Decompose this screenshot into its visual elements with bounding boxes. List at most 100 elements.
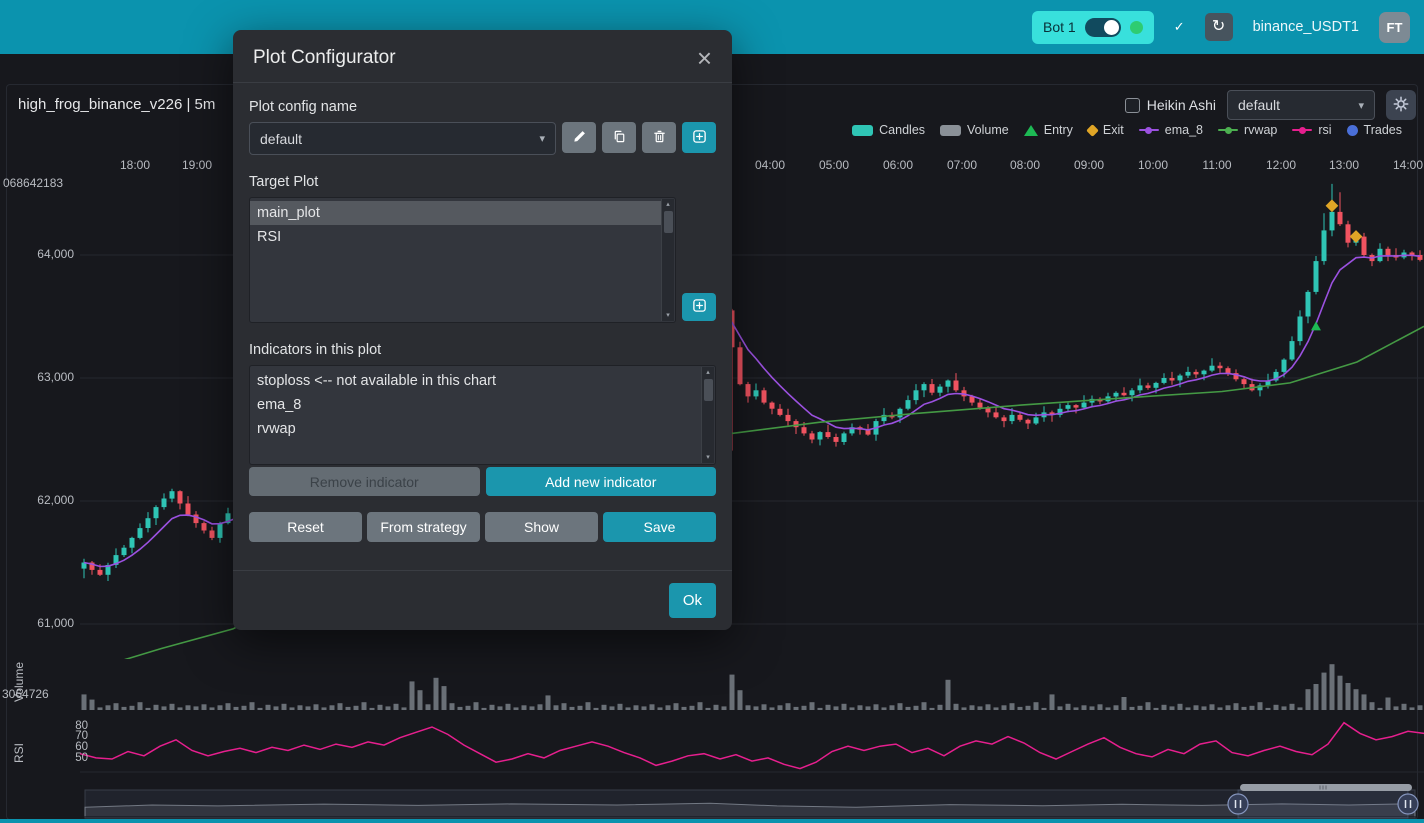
scroll-down-icon[interactable]: ▾	[706, 454, 710, 461]
chart-legend: Candles Volume Entry Exit ema_8 rvwap rsi Trade…	[852, 123, 1402, 137]
listbox-scrollbar[interactable]: ▴ ▾	[701, 367, 714, 463]
bottom-accent-bar	[0, 819, 1424, 823]
plus-icon	[692, 298, 707, 316]
indicator-option[interactable]: ema_8	[250, 393, 701, 417]
legend-item-rsi[interactable]: rsi	[1292, 123, 1331, 137]
indicator-buttons-row: Remove indicator Add new indicator	[249, 467, 716, 496]
modal-footer: Ok	[233, 570, 732, 630]
volume-marker-icon	[940, 125, 961, 136]
add-plot-button[interactable]	[682, 293, 716, 321]
trash-icon	[652, 129, 667, 147]
heikin-ashi-label: Heikin Ashi	[1147, 97, 1216, 113]
scrollbar-thumb[interactable]	[664, 211, 673, 233]
pencil-icon	[572, 129, 587, 147]
chevron-down-icon: ▾	[539, 132, 545, 145]
scroll-up-icon[interactable]: ▴	[706, 369, 710, 376]
plot-configurator-dialog: Plot Configurator × Plot config name def…	[233, 30, 732, 630]
config-name-row: default ▾	[249, 122, 716, 155]
entry-marker	[1311, 321, 1321, 330]
legend-item-volume[interactable]: Volume	[940, 123, 1009, 137]
duplicate-config-button[interactable]	[602, 122, 636, 153]
legend-item-entry[interactable]: Entry	[1024, 123, 1073, 137]
show-button[interactable]: Show	[485, 512, 598, 542]
legend-item-candles[interactable]: Candles	[852, 123, 925, 137]
copy-icon	[612, 129, 627, 147]
exit-marker-icon	[1086, 124, 1099, 137]
target-plot-option[interactable]: RSI	[250, 225, 661, 249]
legend-label: Volume	[967, 123, 1009, 137]
rsi-marker-icon	[1292, 129, 1312, 131]
target-plot-row: ▴ ▾ main_plotRSI	[249, 197, 716, 323]
exit-marker	[1326, 199, 1339, 212]
pair-label: binance_USDT1	[1253, 19, 1359, 35]
indicators-label: Indicators in this plot	[249, 342, 716, 358]
legend-label: rsi	[1318, 123, 1331, 137]
scrollbar-thumb[interactable]	[704, 379, 713, 401]
listbox-scrollbar[interactable]: ▴ ▾	[661, 199, 674, 321]
config-actions-row: Reset From strategy Show Save	[249, 512, 716, 542]
datazoom-navigator[interactable]	[85, 790, 1418, 818]
user-avatar-button[interactable]: FT	[1379, 12, 1410, 43]
save-button[interactable]: Save	[603, 512, 716, 542]
target-plot-option[interactable]: main_plot	[250, 201, 661, 225]
legend-item-ema_8[interactable]: ema_8	[1139, 123, 1203, 137]
legend-label: Exit	[1103, 123, 1124, 137]
delete-config-button[interactable]	[642, 122, 676, 153]
indicator-option[interactable]: rvwap	[250, 417, 701, 441]
modal-title: Plot Configurator	[253, 47, 396, 69]
rvwap-marker-icon	[1218, 129, 1238, 131]
rename-config-button[interactable]	[562, 122, 596, 153]
scroll-down-icon[interactable]: ▾	[666, 312, 670, 319]
refresh-icon: ↻	[1212, 19, 1225, 35]
plot-config-dropdown[interactable]: default ▾	[1227, 90, 1375, 120]
gear-icon	[1393, 96, 1409, 115]
remove-indicator-button[interactable]: Remove indicator	[249, 467, 480, 496]
indicators-listbox[interactable]: ▴ ▾ stoploss <-- not available in this c…	[249, 365, 716, 465]
plot-config-name-label: Plot config name	[249, 99, 716, 115]
chart-title: high_frog_binance_v226 | 5m	[18, 96, 215, 113]
indicator-option[interactable]: stoploss <-- not available in this chart	[250, 369, 701, 393]
heikin-ashi-control: Heikin Ashi	[1125, 97, 1216, 113]
entry-marker-icon	[1024, 125, 1038, 136]
datazoom-handle-right[interactable]	[1398, 794, 1418, 814]
plot-config-name-value: default	[260, 131, 302, 147]
modal-header: Plot Configurator ×	[233, 30, 732, 83]
add-config-button[interactable]	[682, 122, 716, 153]
rsi-line	[80, 723, 1424, 769]
app-window: 18:0019:0004:0005:0006:0007:0008:0009:00…	[0, 0, 1424, 823]
plot-settings-button[interactable]	[1386, 90, 1416, 120]
volume-series	[82, 664, 1423, 710]
datazoom-handle-left[interactable]	[1228, 794, 1248, 814]
legend-label: Trades	[1364, 123, 1402, 137]
legend-item-exit[interactable]: Exit	[1088, 123, 1124, 137]
plot-config-name-select[interactable]: default ▾	[249, 122, 556, 155]
target-plot-label: Target Plot	[249, 174, 716, 190]
chart-controls: Heikin Ashi default ▾	[1125, 90, 1416, 120]
bot-name-label: Bot 1	[1043, 19, 1076, 35]
legend-label: rvwap	[1244, 123, 1277, 137]
exit-marker	[1350, 230, 1363, 243]
heikin-ashi-checkbox[interactable]	[1125, 98, 1140, 113]
from-strategy-button[interactable]: From strategy	[367, 512, 480, 542]
ema_8-marker-icon	[1139, 129, 1159, 131]
chevron-down-icon: ▾	[1358, 99, 1364, 112]
target-plot-listbox[interactable]: ▴ ▾ main_plotRSI	[249, 197, 676, 323]
reset-button[interactable]: Reset	[249, 512, 362, 542]
refresh-button[interactable]: ↻	[1205, 13, 1233, 41]
modal-body: Plot config name default ▾	[233, 83, 732, 542]
plot-config-dropdown-value: default	[1238, 97, 1280, 113]
bot-toggle[interactable]	[1085, 18, 1121, 37]
bot-selector[interactable]: Bot 1	[1032, 11, 1154, 44]
legend-label: ema_8	[1165, 123, 1203, 137]
plus-icon	[692, 129, 707, 147]
candles-marker-icon	[852, 125, 873, 136]
ok-button[interactable]: Ok	[669, 583, 716, 618]
close-icon[interactable]: ×	[697, 48, 712, 68]
trades-marker-icon	[1347, 125, 1358, 136]
add-new-indicator-button[interactable]: Add new indicator	[486, 467, 717, 496]
toggle-knob	[1104, 20, 1119, 35]
legend-item-trades[interactable]: Trades	[1347, 123, 1402, 137]
legend-item-rvwap[interactable]: rvwap	[1218, 123, 1277, 137]
legend-label: Candles	[879, 123, 925, 137]
scroll-up-icon[interactable]: ▴	[666, 201, 670, 208]
